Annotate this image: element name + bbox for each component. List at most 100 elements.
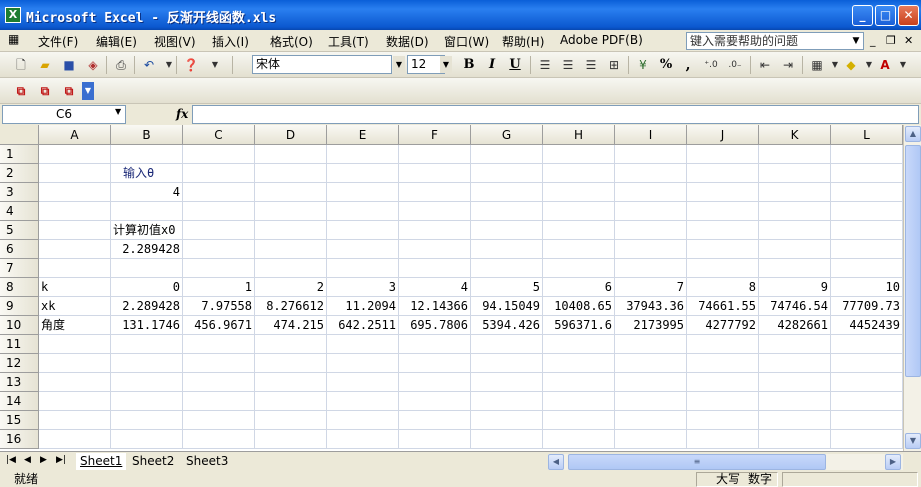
cell-c8[interactable]: 1 [183, 278, 255, 297]
cell-j3[interactable] [687, 183, 759, 202]
cell-d10[interactable]: 474.215 [255, 316, 327, 335]
cell-k6[interactable] [759, 240, 831, 259]
cell-d13[interactable] [255, 373, 327, 392]
cell-j16[interactable] [687, 430, 759, 449]
first-sheet-icon[interactable]: |◀ [6, 455, 16, 465]
cell-a16[interactable] [39, 430, 111, 449]
cell-d9[interactable]: 8.276612 [255, 297, 327, 316]
cell-f14[interactable] [399, 392, 471, 411]
cell-f16[interactable] [399, 430, 471, 449]
cell-a12[interactable] [39, 354, 111, 373]
cell-i15[interactable] [615, 411, 687, 430]
fill-color-icon[interactable]: ◆ [842, 56, 860, 74]
cell-j4[interactable] [687, 202, 759, 221]
cell-l3[interactable] [831, 183, 903, 202]
column-header-b[interactable]: B [111, 125, 183, 145]
cell-g10[interactable]: 5394.426 [471, 316, 543, 335]
merge-center-icon[interactable]: ⊞ [605, 56, 623, 74]
row-header-16[interactable]: 16 [0, 430, 39, 449]
cell-i4[interactable] [615, 202, 687, 221]
align-left-icon[interactable]: ☰ [536, 56, 554, 74]
cell-e4[interactable] [327, 202, 399, 221]
row-header-8[interactable]: 8 [0, 278, 39, 297]
cell-i11[interactable] [615, 335, 687, 354]
cell-e2[interactable] [327, 164, 399, 183]
cell-g2[interactable] [471, 164, 543, 183]
column-header-e[interactable]: E [327, 125, 399, 145]
cell-c15[interactable] [183, 411, 255, 430]
bold-button[interactable]: B [459, 56, 479, 74]
cell-a2[interactable] [39, 164, 111, 183]
cell-b14[interactable] [111, 392, 183, 411]
cell-e3[interactable] [327, 183, 399, 202]
cell-k3[interactable] [759, 183, 831, 202]
cell-b4[interactable] [111, 202, 183, 221]
cell-k13[interactable] [759, 373, 831, 392]
cell-h5[interactable] [543, 221, 615, 240]
doc-restore-button[interactable]: ❐ [886, 34, 896, 47]
cell-a11[interactable] [39, 335, 111, 354]
cell-a15[interactable] [39, 411, 111, 430]
cell-h14[interactable] [543, 392, 615, 411]
cell-c5[interactable] [183, 221, 255, 240]
cell-c10[interactable]: 456.9671 [183, 316, 255, 335]
cell-d14[interactable] [255, 392, 327, 411]
cell-j2[interactable] [687, 164, 759, 183]
cell-b10[interactable]: 131.1746 [111, 316, 183, 335]
cell-d15[interactable] [255, 411, 327, 430]
cell-i3[interactable] [615, 183, 687, 202]
cell-f1[interactable] [399, 145, 471, 164]
cell-c1[interactable] [183, 145, 255, 164]
cell-h16[interactable] [543, 430, 615, 449]
pdf-toolbar-options-icon[interactable]: ▼ [82, 82, 94, 100]
scroll-down-icon[interactable]: ▼ [905, 433, 921, 449]
cell-d8[interactable]: 2 [255, 278, 327, 297]
column-header-a[interactable]: A [39, 125, 111, 145]
cell-a9[interactable]: xk [39, 297, 111, 316]
cell-e12[interactable] [327, 354, 399, 373]
increase-decimal-icon[interactable]: ⁺.0 [702, 56, 720, 74]
cell-h13[interactable] [543, 373, 615, 392]
minimize-button[interactable]: _ [852, 5, 873, 26]
borders-icon[interactable]: ▦ [808, 56, 826, 74]
cell-g4[interactable] [471, 202, 543, 221]
menu-help[interactable]: 帮助(H) [502, 33, 544, 50]
align-center-icon[interactable]: ☰ [559, 56, 577, 74]
cell-l8[interactable]: 10 [831, 278, 903, 297]
cell-i6[interactable] [615, 240, 687, 259]
help-dropdown-icon[interactable]: ▼ [850, 33, 862, 49]
cell-j11[interactable] [687, 335, 759, 354]
cell-j5[interactable] [687, 221, 759, 240]
scroll-left-icon[interactable]: ◀ [548, 454, 564, 470]
cell-h7[interactable] [543, 259, 615, 278]
cell-g16[interactable] [471, 430, 543, 449]
menu-tools[interactable]: 工具(T) [328, 33, 369, 50]
cell-e16[interactable] [327, 430, 399, 449]
cell-d7[interactable] [255, 259, 327, 278]
cell-a5[interactable] [39, 221, 111, 240]
row-header-9[interactable]: 9 [0, 297, 39, 316]
row-header-13[interactable]: 13 [0, 373, 39, 392]
cell-b1[interactable] [111, 145, 183, 164]
menu-view[interactable]: 视图(V) [154, 33, 196, 50]
menu-insert[interactable]: 插入(I) [212, 33, 249, 50]
currency-icon[interactable]: ¥ [634, 56, 652, 74]
cell-f5[interactable] [399, 221, 471, 240]
cell-l15[interactable] [831, 411, 903, 430]
print-icon[interactable]: ⎙ [112, 56, 130, 74]
font-name-dropdown-icon[interactable]: ▼ [393, 56, 405, 73]
save-icon[interactable]: ■ [60, 56, 78, 74]
cell-g8[interactable]: 5 [471, 278, 543, 297]
cell-c7[interactable] [183, 259, 255, 278]
horizontal-scroll-thumb[interactable]: ≡ [568, 454, 826, 470]
formula-input[interactable] [192, 105, 919, 124]
worksheet-grid[interactable]: A B C D E F G H I J K L 1 2 输入θ 3 4 4 5 计算初值x0 6 2.289428 7 8 k 0… [0, 125, 921, 451]
menu-edit[interactable]: 编辑(E) [96, 33, 137, 50]
menu-data[interactable]: 数据(D) [386, 33, 429, 50]
italic-button[interactable]: I [482, 56, 502, 74]
cell-j10[interactable]: 4277792 [687, 316, 759, 335]
cell-b15[interactable] [111, 411, 183, 430]
cell-l7[interactable] [831, 259, 903, 278]
cell-b6[interactable]: 2.289428 [111, 240, 183, 259]
cell-c9[interactable]: 7.97558 [183, 297, 255, 316]
